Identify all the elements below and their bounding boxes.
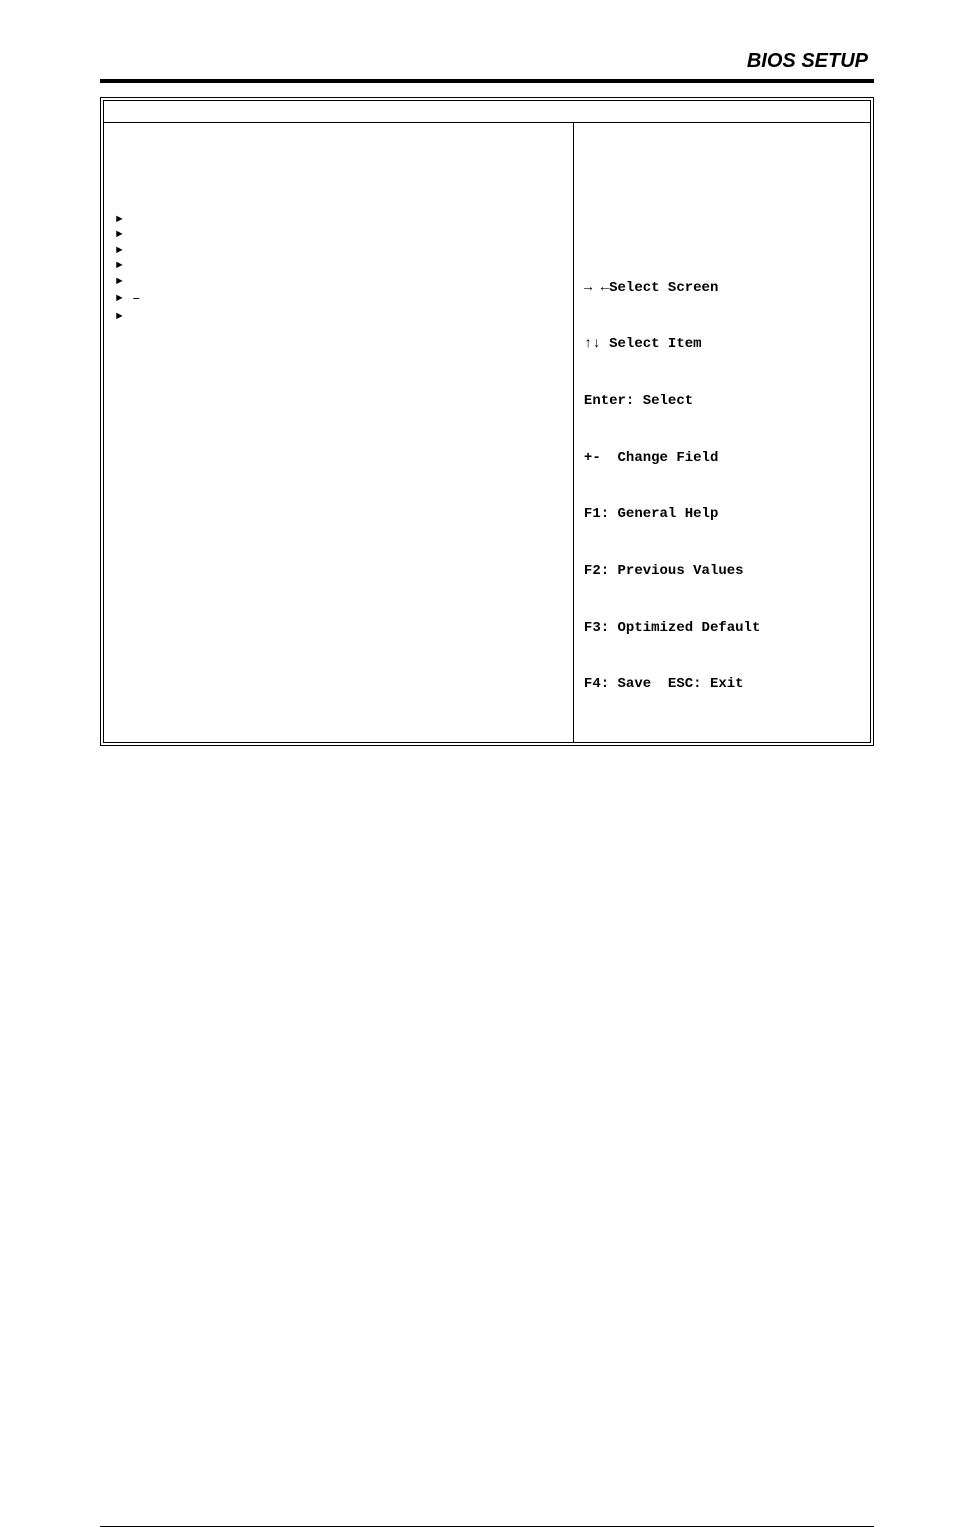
- help-change-field: +- Change Field: [584, 449, 862, 468]
- submenu-item[interactable]: ►: [116, 228, 561, 243]
- help-enter: Enter: Select: [584, 392, 862, 411]
- submenu-item[interactable]: ►: [116, 259, 561, 274]
- help-f2: F2: Previous Values: [584, 562, 862, 581]
- help-f3: F3: Optimized Default: [584, 619, 862, 638]
- bios-menubar[interactable]: [104, 101, 870, 123]
- bios-body: ► ► ► ► ► ► – ►: [104, 123, 870, 742]
- submenu-item[interactable]: ► –: [116, 290, 561, 310]
- submenu-item[interactable]: ►: [116, 310, 561, 325]
- submenu-marker-icon: ►: [116, 228, 132, 243]
- submenu-marker-icon: ►: [116, 244, 132, 259]
- bios-help-pane: → ←Select Screen ↑↓ Select Item Enter: S…: [574, 123, 870, 742]
- submenu-marker-icon: ►: [116, 310, 132, 325]
- submenu-item[interactable]: ►: [116, 213, 561, 228]
- submenu-label: –: [132, 290, 140, 310]
- header-rule: [100, 79, 874, 83]
- submenu-marker-icon: ►: [116, 213, 132, 228]
- bios-left-pane: ► ► ► ► ► ► – ►: [104, 123, 574, 742]
- submenu-item[interactable]: ►: [116, 275, 561, 290]
- help-select-item: ↑↓ Select Item: [584, 335, 862, 354]
- help-f4-esc: F4: Save ESC: Exit: [584, 675, 862, 694]
- submenu-item[interactable]: ►: [116, 244, 561, 259]
- help-select-screen: → ←Select Screen: [584, 279, 862, 298]
- help-f1: F1: General Help: [584, 505, 862, 524]
- submenu-marker-icon: ►: [116, 259, 132, 274]
- submenu-marker-icon: ►: [116, 292, 132, 307]
- bios-window: ► ► ► ► ► ► – ►: [100, 97, 874, 746]
- page-header: BIOS SETUP: [100, 50, 874, 73]
- submenu-marker-icon: ►: [116, 275, 132, 290]
